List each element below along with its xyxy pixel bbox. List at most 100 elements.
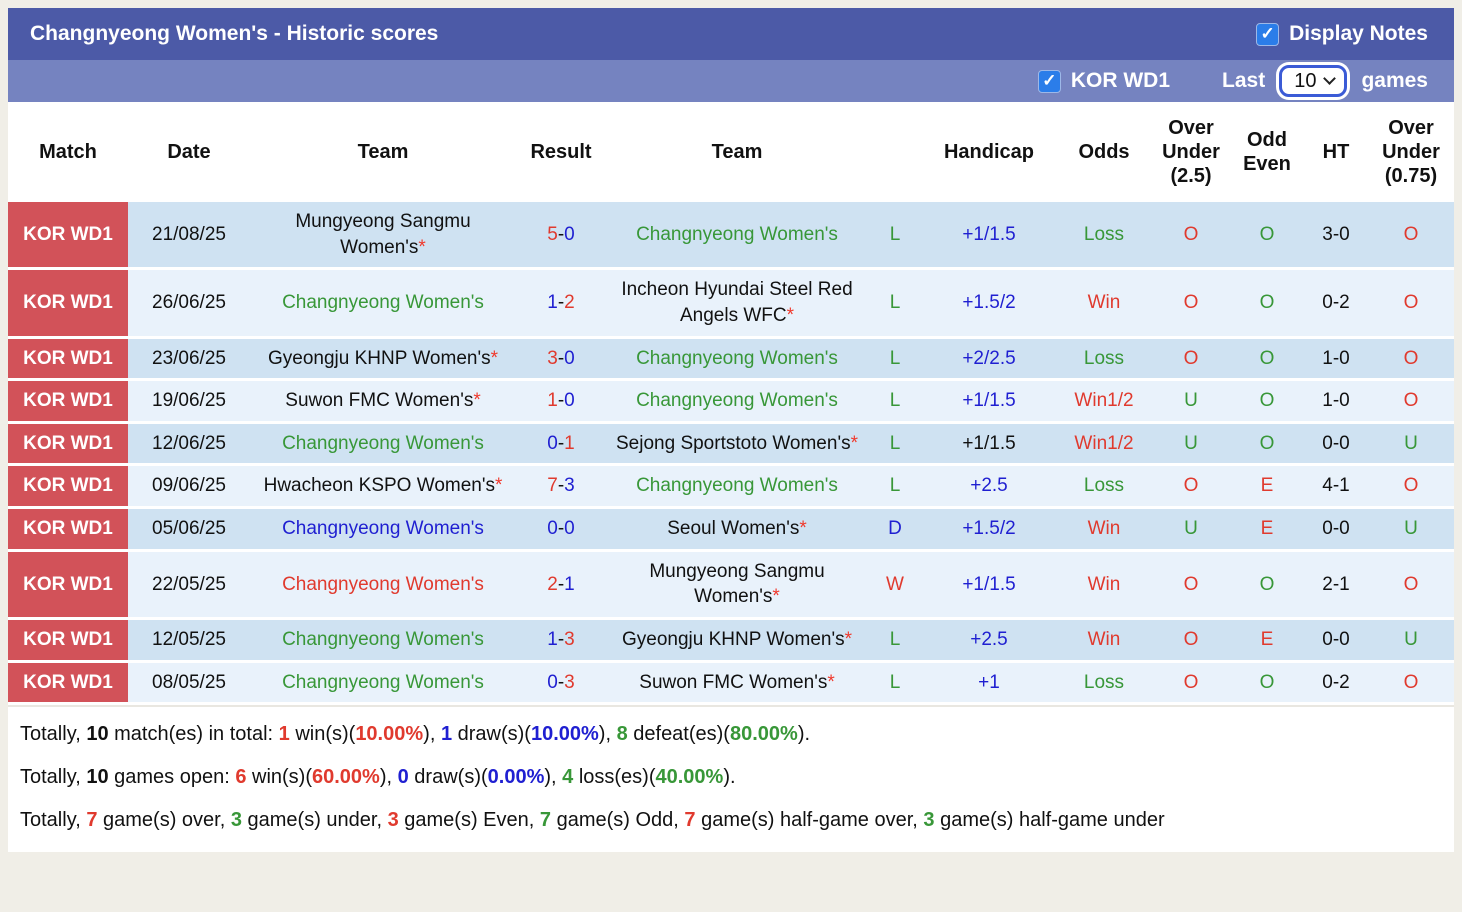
column-header-team: Team — [606, 102, 868, 202]
odd-even-cell: O — [1230, 380, 1304, 423]
home-team-link[interactable]: Changnyeong Women's — [282, 518, 484, 539]
home-team-cell: Changnyeong Women's — [250, 422, 516, 465]
ht-cell: 4-1 — [1304, 465, 1368, 508]
match-league-cell: KOR WD1 — [8, 422, 128, 465]
over-under-2-5-cell: O — [1152, 337, 1230, 380]
totals-segment: 6 — [235, 766, 246, 788]
ht-cell: 1-0 — [1304, 380, 1368, 423]
home-score: 0 — [547, 518, 558, 539]
away-score: 2 — [564, 292, 575, 313]
ht-cell: 3-0 — [1304, 202, 1368, 269]
totals-segment: ), — [423, 723, 441, 745]
away-score: 3 — [564, 475, 575, 496]
home-team-link[interactable]: Gyeongju KHNP Women's — [268, 348, 491, 369]
home-team-link[interactable]: Mungyeong Sangmu Women's — [295, 211, 470, 258]
away-team-link[interactable]: Sejong Sportstoto Women's — [616, 433, 851, 454]
away-team-cell: Sejong Sportstoto Women's* — [606, 422, 868, 465]
away-team-link[interactable]: Incheon Hyundai Steel Red Angels WFC — [621, 279, 852, 326]
away-score: 0 — [564, 348, 575, 369]
away-team-link[interactable]: Changnyeong Women's — [636, 475, 838, 496]
odds-cell: Win1/2 — [1056, 422, 1152, 465]
away-team-link[interactable]: Seoul Women's — [667, 518, 799, 539]
totals-segment: 10 — [86, 766, 108, 788]
odds-cell: Win — [1056, 550, 1152, 618]
totals-segment: 7 — [86, 809, 97, 831]
odds-cell: Win — [1056, 269, 1152, 337]
league-checkbox[interactable]: ✓ — [1038, 70, 1061, 93]
handicap-cell: +2.5 — [922, 465, 1056, 508]
totals-segment: 7 — [684, 809, 695, 831]
totals-segment: 3 — [231, 809, 242, 831]
home-team-link[interactable]: Changnyeong Women's — [282, 629, 484, 650]
home-team-link[interactable]: Hwacheon KSPO Women's — [264, 475, 495, 496]
over-under-0-75-cell: U — [1368, 619, 1454, 662]
ht-cell: 2-1 — [1304, 550, 1368, 618]
home-team-cell: Changnyeong Women's — [250, 661, 516, 704]
historic-scores-table: MatchDateTeamResultTeamHandicapOddsOver … — [8, 102, 1454, 705]
display-notes-label: Display Notes — [1289, 22, 1428, 46]
over-under-0-75-cell: O — [1368, 661, 1454, 704]
away-score: 0 — [564, 390, 575, 411]
handicap-cell: +1/1.5 — [922, 550, 1056, 618]
column-header-match: Match — [8, 102, 128, 202]
column-header-odd-even: Odd Even — [1230, 102, 1304, 202]
home-score: 7 — [547, 475, 558, 496]
totals-segment: 10.00% — [355, 723, 423, 745]
away-team-cell: Changnyeong Women's — [606, 380, 868, 423]
date-cell: 08/05/25 — [128, 661, 250, 704]
column-header-over-under-0-75-: Over Under (0.75) — [1368, 102, 1454, 202]
home-team-link[interactable]: Suwon FMC Women's — [285, 390, 473, 411]
odds-cell: Loss — [1056, 661, 1152, 704]
home-score: 1 — [547, 390, 558, 411]
home-team-link[interactable]: Changnyeong Women's — [282, 292, 484, 313]
wdl-letter-cell: L — [868, 269, 922, 337]
home-team-link[interactable]: Changnyeong Women's — [282, 672, 484, 693]
away-team-link[interactable]: Mungyeong Sangmu Women's — [649, 561, 824, 608]
result-cell: 1-0 — [516, 380, 606, 423]
away-team-link[interactable]: Gyeongju KHNP Women's — [622, 629, 845, 650]
table-row: KOR WD121/08/25Mungyeong Sangmu Women's*… — [8, 202, 1454, 269]
away-team-link[interactable]: Changnyeong Women's — [636, 224, 838, 245]
column-header-handicap: Handicap — [922, 102, 1056, 202]
over-under-2-5-cell: O — [1152, 550, 1230, 618]
team-note-star: * — [418, 237, 425, 258]
date-cell: 12/06/25 — [128, 422, 250, 465]
away-team-cell: Changnyeong Women's — [606, 337, 868, 380]
team-note-star: * — [851, 433, 858, 454]
home-score: 3 — [547, 348, 558, 369]
result-cell: 2-1 — [516, 550, 606, 618]
away-team-link[interactable]: Changnyeong Women's — [636, 390, 838, 411]
away-team-link[interactable]: Suwon FMC Women's — [639, 672, 827, 693]
over-under-2-5-cell: O — [1152, 619, 1230, 662]
home-team-cell: Changnyeong Women's — [250, 550, 516, 618]
column-header-result: Result — [516, 102, 606, 202]
match-league-cell: KOR WD1 — [8, 619, 128, 662]
date-cell: 26/06/25 — [128, 269, 250, 337]
odd-even-cell: O — [1230, 422, 1304, 465]
totals-segment: 1 — [441, 723, 452, 745]
totals-segment: win(s)( — [290, 723, 356, 745]
away-team-link[interactable]: Changnyeong Women's — [636, 348, 838, 369]
games-count-select[interactable]: 10 — [1279, 65, 1347, 97]
home-team-cell: Suwon FMC Women's* — [250, 380, 516, 423]
wdl-letter-cell: D — [868, 508, 922, 551]
handicap-cell: +1/1.5 — [922, 380, 1056, 423]
display-notes-group: ✓ Display Notes — [1256, 22, 1428, 46]
display-notes-checkbox[interactable]: ✓ — [1256, 23, 1279, 46]
table-row: KOR WD108/05/25Changnyeong Women's0-3Suw… — [8, 661, 1454, 704]
team-note-star: * — [772, 586, 779, 607]
last-label: Last — [1222, 69, 1265, 93]
totals-segment: Totally, — [20, 723, 86, 745]
home-team-cell: Mungyeong Sangmu Women's* — [250, 202, 516, 269]
odds-cell: Win — [1056, 619, 1152, 662]
table-row: KOR WD126/06/25Changnyeong Women's1-2Inc… — [8, 269, 1454, 337]
totals-segment: game(s) Even, — [399, 809, 540, 831]
home-team-link[interactable]: Changnyeong Women's — [282, 574, 484, 595]
home-team-link[interactable]: Changnyeong Women's — [282, 433, 484, 454]
result-cell: 0-1 — [516, 422, 606, 465]
over-under-0-75-cell: O — [1368, 550, 1454, 618]
games-label: games — [1361, 69, 1428, 93]
away-team-cell: Changnyeong Women's — [606, 465, 868, 508]
totals-segment: 10.00% — [531, 723, 599, 745]
totals-segment: match(es) in total: — [109, 723, 279, 745]
